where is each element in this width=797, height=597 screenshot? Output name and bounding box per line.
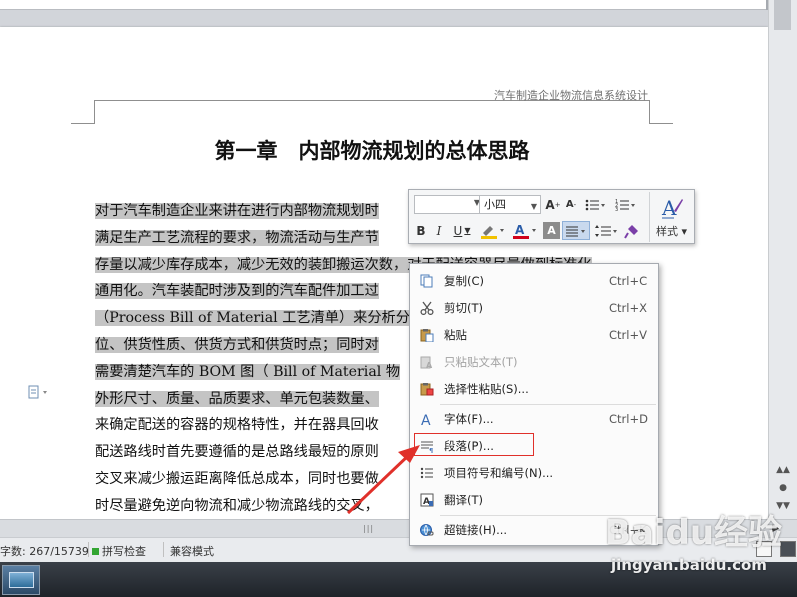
menu-item-copy[interactable]: 复制(C) Ctrl+C — [411, 268, 657, 294]
character-shading-icon[interactable]: A — [543, 222, 560, 239]
align-icon[interactable] — [562, 221, 590, 240]
taskbar-app-thumbnail[interactable] — [2, 565, 40, 595]
annotation-highlight-box — [414, 433, 534, 456]
scroll-grip-icon[interactable]: ||| — [363, 524, 374, 533]
cut-icon — [419, 300, 435, 316]
page-margin-corner-right — [649, 100, 673, 124]
menu-item-font[interactable]: A 字体(F)... Ctrl+D — [411, 406, 657, 432]
menu-separator — [440, 404, 656, 405]
paste-special-icon — [419, 381, 435, 397]
menu-item-label: 超链接(H)... — [444, 523, 508, 537]
font-size-dropdown[interactable]: 小四 ▼ — [479, 195, 541, 214]
unselected-text[interactable]: 配送路线时首先要遵循的是总路线最短的原则 — [95, 444, 379, 460]
select-browse-object-icon[interactable]: ● — [773, 480, 793, 496]
menu-item-bullets-numbering[interactable]: 项目符号和编号(N)... — [411, 460, 657, 486]
shrink-font-icon[interactable]: A- — [562, 195, 580, 214]
menu-item-label: 剪切(T) — [444, 301, 483, 315]
page-margin-corner-left — [71, 100, 95, 124]
format-painter-icon[interactable] — [623, 221, 641, 240]
highlight-color-icon[interactable] — [479, 221, 509, 240]
menu-item-label: 字体(F)... — [444, 412, 494, 426]
numbered-list-icon[interactable]: 123 — [613, 195, 639, 214]
menu-item-paste-special[interactable]: 选择性粘贴(S)... — [411, 376, 657, 402]
menu-item-shortcut: Ctrl+V — [609, 328, 647, 342]
previous-page-edge — [0, 0, 766, 10]
bold-icon[interactable]: B — [413, 221, 429, 240]
svg-text:A: A — [515, 223, 525, 237]
menu-item-shortcut: Ctrl+C — [609, 274, 648, 288]
selected-text[interactable]: （Process Bill of Material 工艺清单）来分析分 — [95, 310, 410, 327]
selected-text[interactable]: 位、供货性质、供货方式和供货时点；同时对 — [95, 336, 379, 353]
page-header-text: 汽车制造企业物流信息系统设计 — [494, 89, 648, 102]
spell-check-status[interactable]: 拼写检查 — [92, 543, 146, 559]
styles-label: 样式 ▾ — [655, 225, 688, 238]
styles-button[interactable]: A 样式 ▾ — [649, 192, 693, 242]
watermark-url: jingyan.baidu.com — [611, 556, 767, 574]
menu-item-label: 粘贴 — [444, 328, 467, 342]
hyperlink-icon — [419, 522, 435, 538]
bullet-list-icon[interactable] — [583, 195, 609, 214]
selected-text[interactable]: 满足生产工艺流程的要求，物流活动与生产节 — [95, 229, 379, 246]
unselected-text[interactable]: 来确定配送的容器的规格特性，并在器具回收 — [95, 417, 379, 433]
svg-text:A: A — [661, 196, 677, 220]
selected-text[interactable]: 通用化。汽车装配时涉及到的汽车配件加工过 — [95, 283, 379, 300]
baidu-jingyan-watermark: Baidu经验 jingyan.baidu.com — [605, 505, 795, 585]
grow-font-icon[interactable]: A + — [544, 195, 562, 214]
paragraph-layout-icon[interactable] — [28, 385, 50, 399]
font-icon: A — [419, 411, 435, 427]
menu-item-label: 项目符号和编号(N)... — [444, 466, 554, 480]
vertical-scrollbar[interactable]: ▲▲ ● ▼▼ — [768, 0, 797, 519]
word-count[interactable]: 字数: 267/15739 — [0, 543, 89, 559]
font-size-value: 小四 — [484, 198, 506, 211]
underline-icon[interactable]: U ▼ — [449, 221, 475, 240]
selected-text[interactable]: 需要清楚汽车的 BOM 图（ Bill of Material 物 — [95, 363, 401, 380]
vertical-scroll-thumb[interactable] — [774, 0, 791, 30]
paste-text-icon: A — [419, 354, 435, 370]
context-menu: 复制(C) Ctrl+C 剪切(T) Ctrl+X 粘贴 Ctrl+V A 只粘… — [409, 263, 659, 546]
menu-item-cut[interactable]: 剪切(T) Ctrl+X — [411, 295, 657, 321]
font-color-icon[interactable]: A — [511, 221, 541, 240]
italic-icon[interactable]: I — [431, 221, 447, 240]
status-divider — [163, 542, 164, 557]
copy-icon — [419, 273, 435, 289]
menu-item-shortcut: Ctrl+X — [609, 301, 647, 315]
svg-text:A: A — [426, 361, 433, 369]
chapter-title[interactable]: 第一章 内部物流规划的总体思路 — [95, 135, 649, 165]
selected-text[interactable]: 对于汽车制造企业来讲在进行内部物流规划时 — [95, 203, 379, 219]
menu-item-label: 复制(C) — [444, 274, 485, 288]
selected-text[interactable]: 外形尺寸、质量、品质要求、单元包装数量、 — [95, 390, 379, 407]
svg-text:3: 3 — [615, 207, 618, 212]
app-preview-icon — [9, 572, 34, 588]
unselected-text[interactable]: 时尽量避免逆向物流和减少物流路线的交叉， — [95, 498, 379, 514]
spell-check-label: 拼写检查 — [102, 545, 146, 558]
menu-item-label: 只粘贴文本(T) — [444, 355, 518, 369]
font-name-dropdown[interactable]: ▼ — [414, 195, 484, 214]
chevron-down-icon: ▼ — [530, 202, 537, 211]
menu-item-label: 翻译(T) — [444, 493, 483, 507]
line-spacing-icon[interactable] — [593, 221, 621, 240]
watermark-logo: Baidu经验 — [605, 513, 783, 553]
compat-mode-status: 兼容模式 — [170, 545, 214, 558]
previous-page-icon[interactable]: ▲▲ — [773, 462, 793, 478]
styles-icon: A — [661, 196, 683, 220]
paste-icon — [419, 327, 435, 343]
unselected-text[interactable]: 交叉来减少搬运距离降低总成本，同时也要做 — [95, 471, 379, 487]
svg-text:A: A — [421, 413, 431, 426]
status-divider — [88, 542, 89, 557]
menu-item-paste[interactable]: 粘贴 Ctrl+V — [411, 322, 657, 348]
mini-format-toolbar: ▼ 小四 ▼ A + A- 123 B I U ▼ A A A 样式 ▾ — [408, 189, 695, 244]
menu-item-paste-text-only: A 只粘贴文本(T) — [411, 349, 657, 375]
menu-item-label: 选择性粘贴(S)... — [444, 382, 529, 396]
annotation-arrow-icon — [346, 445, 420, 515]
menu-item-shortcut: Ctrl+D — [609, 412, 648, 426]
spell-check-indicator-icon — [92, 548, 99, 555]
